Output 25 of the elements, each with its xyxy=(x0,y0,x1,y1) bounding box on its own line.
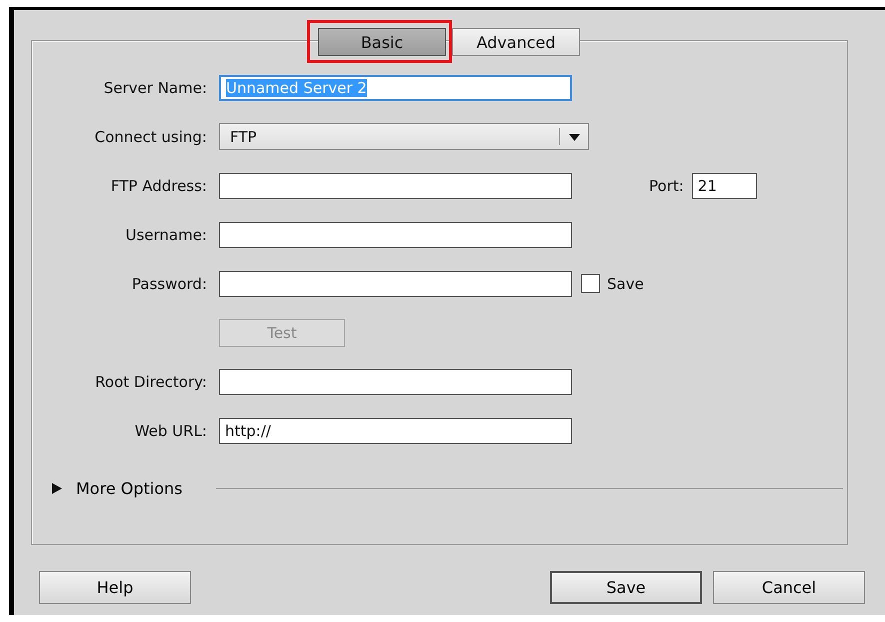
input-field[interactable] xyxy=(219,270,572,296)
field-label: Root Directory: xyxy=(94,372,207,390)
triangle-icon xyxy=(52,483,62,494)
checkbox-label: Save xyxy=(607,274,644,292)
port-field[interactable]: 21 xyxy=(692,172,757,198)
dialog-button[interactable]: Cancel xyxy=(713,571,865,604)
dialog-button[interactable]: Save xyxy=(550,571,702,604)
field-label: Server Name: xyxy=(102,78,207,96)
input-field[interactable] xyxy=(219,368,572,394)
field-label: Password: xyxy=(130,274,207,292)
input-field[interactable] xyxy=(219,172,572,198)
tab[interactable]: Advanced xyxy=(452,28,580,56)
checkbox[interactable] xyxy=(581,274,600,293)
port-label: Port: xyxy=(649,176,684,194)
field-label: Username: xyxy=(124,226,207,244)
tab[interactable]: Basic xyxy=(318,28,446,56)
dropdown-arrow-icon xyxy=(569,134,580,141)
more-options-toggle[interactable]: More Options xyxy=(52,479,182,498)
input-field[interactable] xyxy=(219,222,572,248)
dropdown[interactable]: FTP xyxy=(219,123,589,150)
field-label: FTP Address: xyxy=(110,176,207,194)
field-label: Connect using: xyxy=(94,128,207,146)
dialog-button[interactable]: Help xyxy=(39,571,191,604)
field-label: Web URL: xyxy=(134,422,207,440)
input-field[interactable]: http:// xyxy=(219,418,572,444)
